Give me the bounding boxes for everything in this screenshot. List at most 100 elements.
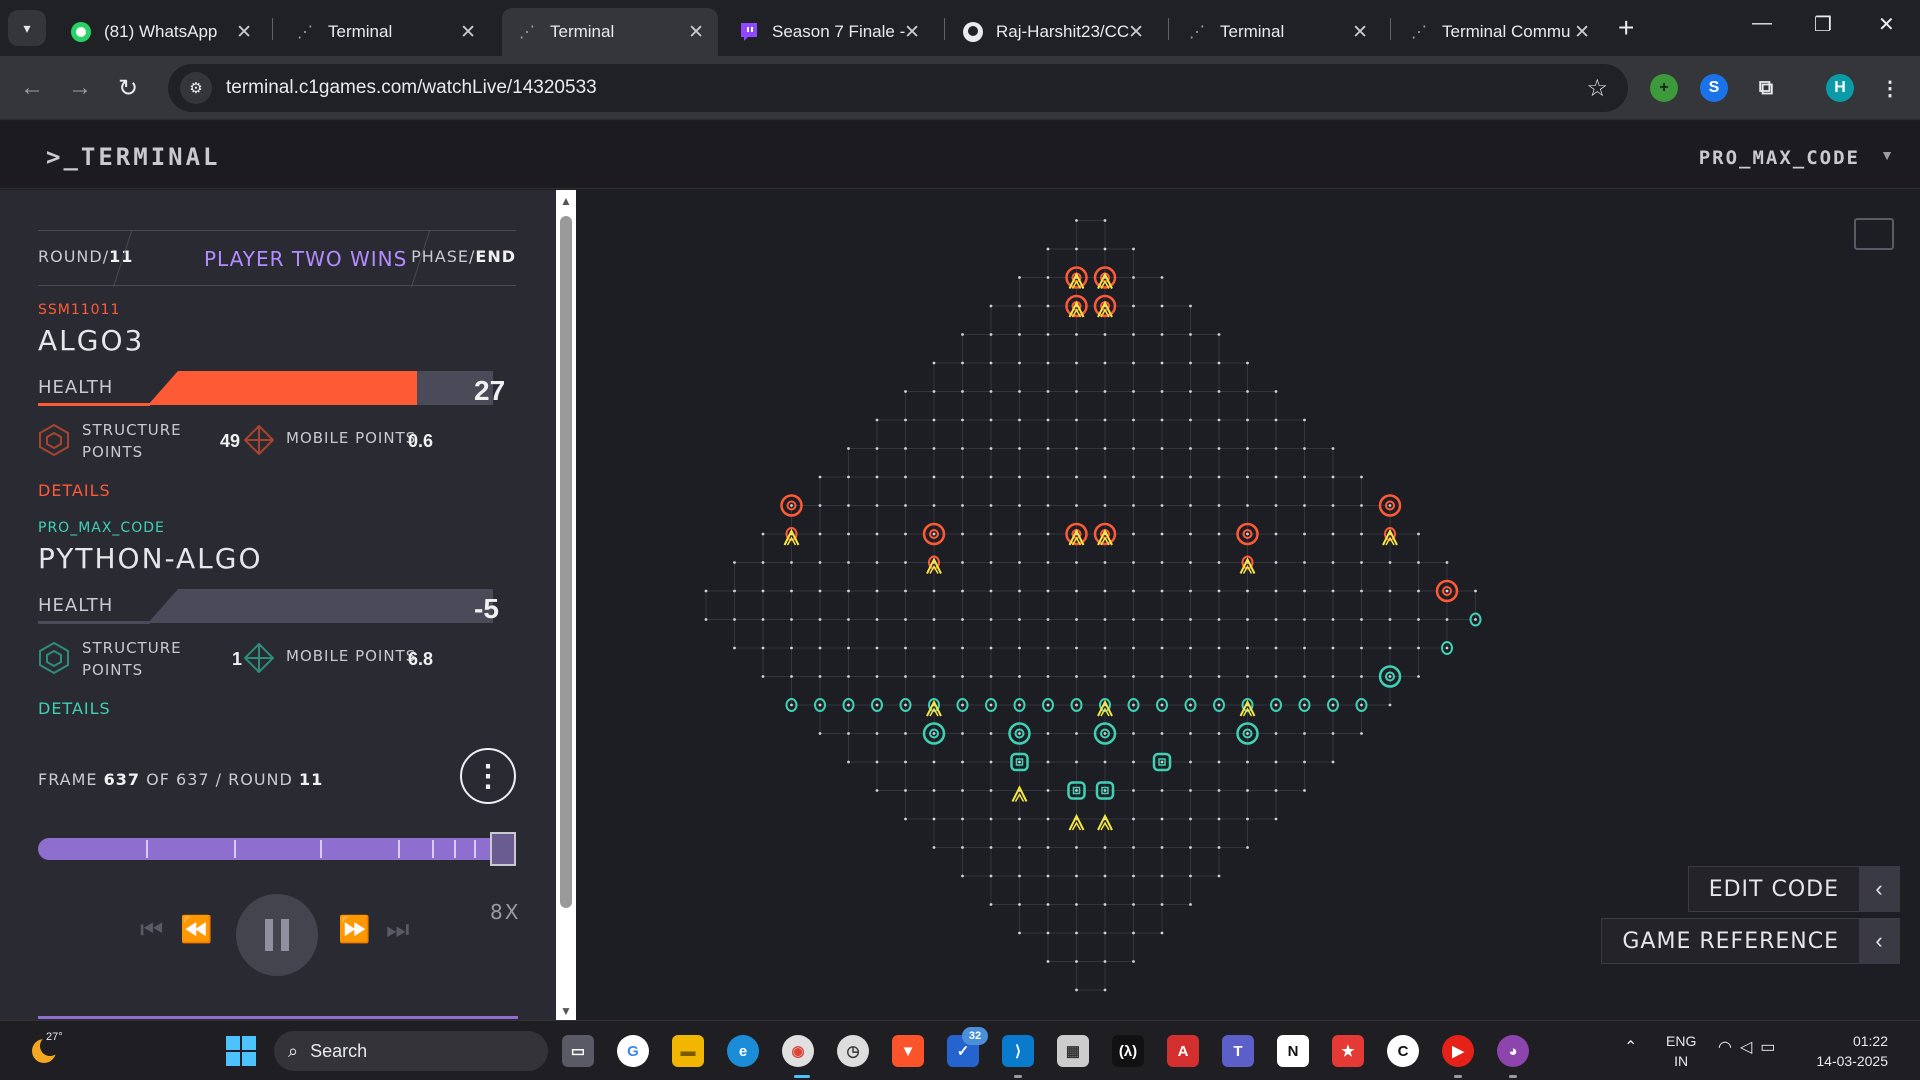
- system-clock[interactable]: 01:22 14-03-2025: [1816, 1031, 1888, 1071]
- notepad-icon[interactable]: ▦: [1057, 1035, 1089, 1067]
- more-options-button[interactable]: ⋮: [460, 748, 516, 804]
- close-tab-icon[interactable]: ✕: [688, 21, 704, 44]
- tab-twitch[interactable]: Season 7 Finale - ✕: [724, 8, 934, 56]
- wifi-icon[interactable]: ◠: [1718, 1039, 1740, 1056]
- close-tab-icon[interactable]: ✕: [1574, 21, 1590, 44]
- skip-to-start-icon[interactable]: ⏮: [140, 914, 163, 946]
- tab-search-chevron-icon[interactable]: ▾: [8, 10, 46, 46]
- grid-dot: [761, 561, 765, 564]
- youtube-music-icon[interactable]: ▶: [1442, 1035, 1474, 1067]
- acrobat-icon[interactable]: A: [1167, 1035, 1199, 1067]
- weather-temperature[interactable]: 27°: [46, 1031, 63, 1043]
- extension-sync-icon[interactable]: S: [1700, 74, 1728, 102]
- site-info-icon[interactable]: ⚙: [180, 72, 212, 104]
- close-window-icon[interactable]: ✕: [1878, 12, 1895, 37]
- freecodecamp-icon[interactable]: (λ): [1112, 1035, 1144, 1067]
- restore-icon[interactable]: ❐: [1814, 12, 1832, 37]
- grid-dot: [875, 589, 879, 593]
- grid-dot: [1189, 675, 1192, 678]
- scroll-thumb[interactable]: [560, 216, 572, 908]
- windows-start-icon[interactable]: [226, 1036, 256, 1066]
- edge-icon[interactable]: e: [727, 1035, 759, 1067]
- close-tab-icon[interactable]: ✕: [236, 21, 252, 44]
- tray-status-icons[interactable]: ◠◁▭: [1718, 1037, 1783, 1057]
- grid-dot: [1103, 219, 1107, 222]
- fast-forward-icon[interactable]: ⏩: [338, 914, 370, 945]
- timeline-slider[interactable]: [38, 832, 516, 866]
- grid-dot: [733, 561, 736, 564]
- fullscreen-icon[interactable]: [1854, 218, 1894, 250]
- search-placeholder: Search: [310, 1040, 368, 1061]
- copilot-app-icon[interactable]: C: [1387, 1035, 1419, 1067]
- frame-prefix: FRAME: [38, 770, 98, 789]
- tab-label: Terminal Commu: [1442, 22, 1571, 41]
- skip-to-end-icon[interactable]: ⏭: [386, 914, 409, 946]
- close-tab-icon[interactable]: ✕: [460, 21, 476, 44]
- url-text[interactable]: terminal.c1games.com/watchLive/14320533: [226, 77, 597, 99]
- forward-arrow-icon[interactable]: →: [68, 74, 92, 102]
- grid-dot: [904, 675, 907, 678]
- grid-dot: [847, 475, 850, 479]
- tab-terminal-community[interactable]: ⋰ Terminal Commu ✕: [1394, 8, 1604, 56]
- grid-dot: [1189, 646, 1192, 650]
- volume-icon[interactable]: ◁: [1740, 1039, 1760, 1056]
- player-one-details-link[interactable]: DETAILS: [38, 481, 518, 500]
- browser-menu-icon[interactable]: ⋮: [1876, 74, 1904, 102]
- grid-dot: [932, 447, 936, 450]
- close-tab-icon[interactable]: ✕: [904, 21, 920, 44]
- back-arrow-icon[interactable]: ←: [20, 74, 44, 102]
- new-tab-plus-icon[interactable]: +: [1618, 12, 1634, 44]
- bookmark-star-icon[interactable]: ☆: [1586, 74, 1608, 103]
- tab-terminal-1[interactable]: ⋰ Terminal ✕: [280, 8, 490, 56]
- playback-speed[interactable]: 8X: [490, 900, 520, 924]
- terminal-logo[interactable]: >_TERMINAL: [46, 143, 221, 171]
- reload-icon[interactable]: ↻: [118, 74, 138, 103]
- grid-dot: [1075, 504, 1078, 507]
- google-icon[interactable]: G: [617, 1035, 649, 1067]
- taskbar-search[interactable]: ⌕ Search: [274, 1031, 548, 1071]
- star-app-icon[interactable]: ★: [1332, 1035, 1364, 1067]
- close-tab-icon[interactable]: ✕: [1352, 21, 1368, 44]
- teams-icon[interactable]: T: [1222, 1035, 1254, 1067]
- grid-dot: [1331, 589, 1335, 593]
- extension-plus-icon[interactable]: +: [1650, 74, 1678, 102]
- grid-dot: [1075, 931, 1078, 935]
- rewind-icon[interactable]: ⏪: [180, 914, 212, 945]
- clock-app-icon[interactable]: ◷: [837, 1035, 869, 1067]
- scroll-down-arrow-icon[interactable]: ▼: [560, 1004, 572, 1018]
- scroll-up-arrow-icon[interactable]: ▲: [560, 194, 572, 208]
- vscode-icon[interactable]: ⟩: [1002, 1035, 1034, 1067]
- battery-icon[interactable]: ▭: [1760, 1039, 1783, 1056]
- player-one-username[interactable]: SSM11011: [38, 302, 518, 318]
- grid-dot: [1018, 931, 1021, 935]
- game-reference-button[interactable]: GAME REFERENCE ‹: [1601, 918, 1900, 964]
- tab-terminal-active[interactable]: ⋰ Terminal ✕: [502, 8, 718, 56]
- timeline-handle[interactable]: [490, 832, 516, 866]
- file-explorer-icon[interactable]: ▬: [672, 1035, 704, 1067]
- tab-terminal-2[interactable]: ⋰ Terminal ✕: [1172, 8, 1382, 56]
- tray-overflow-chevron-icon[interactable]: ⌃: [1624, 1037, 1637, 1057]
- player-two-details-link[interactable]: DETAILS: [38, 699, 518, 718]
- grid-dot: [904, 646, 907, 650]
- user-menu[interactable]: PRO_MAX_CODE: [1699, 147, 1860, 169]
- tab-whatsapp[interactable]: (81) WhatsApp ✕: [56, 8, 266, 56]
- close-tab-icon[interactable]: ✕: [1128, 21, 1144, 44]
- brave-icon[interactable]: ▼: [892, 1035, 924, 1067]
- player-two-username[interactable]: PRO_MAX_CODE: [38, 520, 518, 536]
- github-desktop-icon[interactable]: ◕: [1497, 1035, 1529, 1067]
- panel-scrollbar[interactable]: ▲ ▼: [556, 190, 576, 1020]
- extensions-puzzle-icon[interactable]: ⧉: [1752, 74, 1780, 102]
- caret-down-icon[interactable]: ▼: [1880, 147, 1894, 163]
- grid-dot: [1445, 618, 1449, 621]
- address-bar[interactable]: ⚙ terminal.c1games.com/watchLive/1432053…: [168, 64, 1628, 112]
- chrome-icon[interactable]: ◉: [782, 1035, 814, 1067]
- grid-dot: [1103, 931, 1107, 935]
- tab-github[interactable]: Raj-Harshit23/CC ✕: [948, 8, 1158, 56]
- notion-icon[interactable]: N: [1277, 1035, 1309, 1067]
- minimize-icon[interactable]: —: [1752, 12, 1772, 35]
- edit-code-button[interactable]: EDIT CODE ‹: [1687, 866, 1900, 912]
- profile-avatar[interactable]: H: [1826, 74, 1854, 102]
- pause-button[interactable]: [236, 894, 318, 976]
- task-view-icon[interactable]: ▭: [562, 1035, 594, 1067]
- language-indicator[interactable]: ENG IN: [1666, 1031, 1696, 1071]
